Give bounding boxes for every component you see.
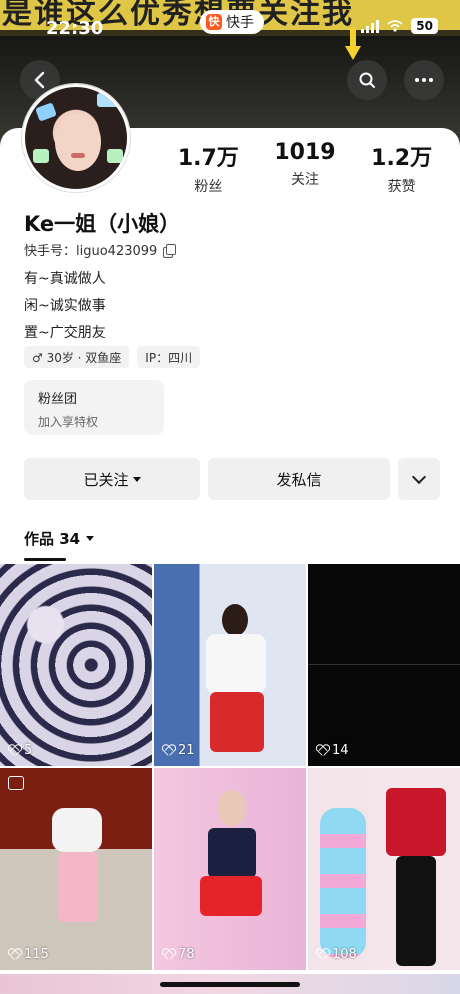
heart-icon <box>162 949 174 960</box>
work-thumbnail[interactable]: 21 <box>154 564 306 766</box>
profile-stats: 1.7万 粉丝 1019 关注 1.2万 获赞 <box>160 140 450 196</box>
more-dots-icon <box>415 78 433 82</box>
like-count: 14 <box>316 743 349 758</box>
gallery-icon <box>8 776 24 790</box>
send-message-button[interactable]: 发私信 <box>208 458 390 500</box>
tab-works-label: 作品 34 <box>24 530 81 548</box>
caret-down-icon <box>86 536 95 541</box>
heart-icon <box>8 745 20 756</box>
like-count: 115 <box>8 947 49 962</box>
stat-label: 粉丝 <box>194 179 223 195</box>
work-thumbnail[interactable]: 108 <box>308 768 460 970</box>
bio-line: 闲~诚实做事 <box>24 298 106 314</box>
search-icon <box>359 72 375 88</box>
like-count: 78 <box>162 947 195 962</box>
tag-age-zodiac: ♂ 30岁 · 双鱼座 <box>24 346 130 368</box>
down-arrow-icon <box>345 28 361 62</box>
work-thumbnail[interactable]: 115 <box>0 768 152 970</box>
fanclub-subtitle: 加入享特权 <box>38 415 99 429</box>
stat-value: 1.7万 <box>177 146 239 171</box>
tab-underline <box>24 558 66 561</box>
works-grid: 5 21 14 115 78 108 <box>0 564 460 970</box>
app-badge: 快 快手 <box>200 10 264 34</box>
send-message-label: 发私信 <box>276 470 322 489</box>
stat-fans[interactable]: 1.7万 粉丝 <box>163 140 253 196</box>
status-icons: 50 <box>361 18 438 34</box>
tab-works[interactable]: 作品 34 <box>24 528 95 561</box>
work-thumbnail[interactable]: 5 <box>0 564 152 766</box>
stat-value: 1019 <box>274 140 336 165</box>
profile-name: Ke一姐（小娘） <box>24 212 181 236</box>
following-button[interactable]: 已关注 <box>24 458 200 500</box>
home-indicator[interactable] <box>160 982 300 987</box>
heart-icon <box>8 949 20 960</box>
work-thumbnail[interactable]: 78 <box>154 768 306 970</box>
signal-icon <box>361 19 380 33</box>
action-buttons: 已关注 发私信 <box>24 458 440 500</box>
avatar[interactable] <box>22 84 130 192</box>
work-thumbnail[interactable]: 14 <box>308 564 460 766</box>
copy-icon[interactable] <box>163 243 177 258</box>
profile-bio: 有~真诚做人 闲~诚实做事 置~广交朋友 <box>24 266 106 347</box>
more-button[interactable] <box>404 60 444 100</box>
tag-ip: IP：四川 <box>137 346 201 368</box>
profile-tags: ♂ 30岁 · 双鱼座 IP：四川 <box>24 346 201 368</box>
stat-value: 1.2万 <box>371 146 433 171</box>
chevron-left-icon <box>34 71 45 89</box>
stat-following[interactable]: 1019 关注 <box>260 140 350 196</box>
kwai-id-text: 快手号：liguo423099 <box>24 244 158 259</box>
caret-down-icon <box>132 476 141 482</box>
bio-line: 置~广交朋友 <box>24 325 106 341</box>
chevron-down-icon <box>411 469 427 484</box>
app-badge-label: 快手 <box>226 15 254 31</box>
like-count: 108 <box>316 947 357 962</box>
status-time: 22:30 <box>46 18 104 39</box>
expand-button[interactable] <box>398 458 440 500</box>
heart-icon <box>162 745 174 756</box>
stat-label: 获赞 <box>387 179 416 195</box>
bio-line: 有~真诚做人 <box>24 271 106 287</box>
like-count: 21 <box>162 743 195 758</box>
battery-icon: 50 <box>411 18 438 34</box>
like-count: 5 <box>8 743 32 758</box>
search-button[interactable] <box>347 60 387 100</box>
kwai-id: 快手号：liguo423099 <box>24 240 177 259</box>
kuaishou-logo-icon: 快 <box>206 14 222 30</box>
following-label: 已关注 <box>83 470 129 489</box>
fanclub-title: 粉丝团 <box>38 392 78 407</box>
stat-label: 关注 <box>290 172 319 188</box>
heart-icon <box>316 745 328 756</box>
fanclub-card[interactable]: 粉丝团 加入享特权 <box>24 380 164 435</box>
wifi-icon <box>387 20 403 32</box>
stat-likes[interactable]: 1.2万 获赞 <box>357 140 447 196</box>
heart-icon <box>316 949 328 960</box>
